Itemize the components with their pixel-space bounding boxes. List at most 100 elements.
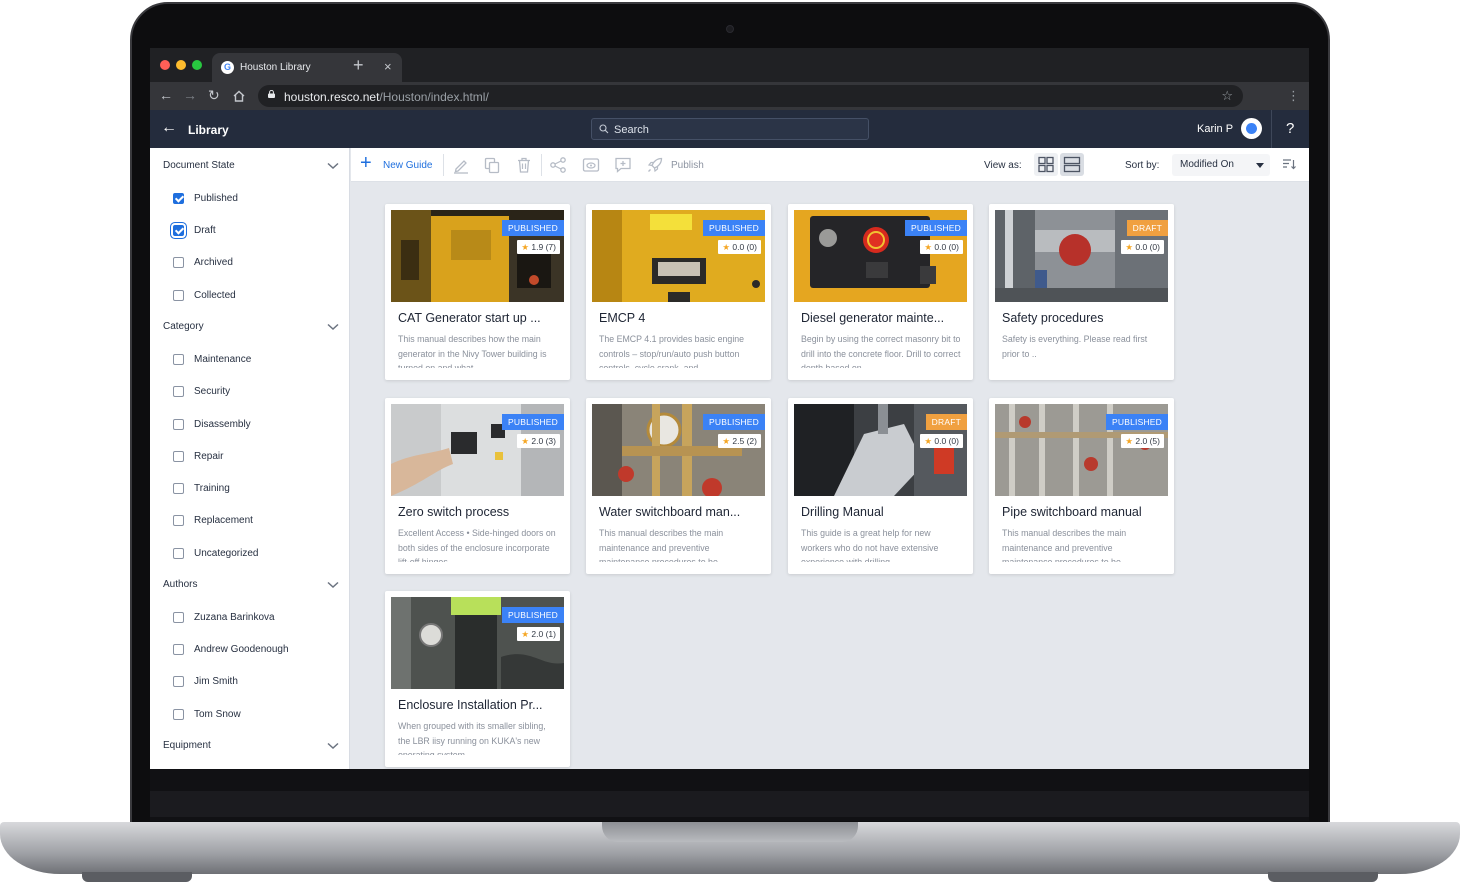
checkbox[interactable] xyxy=(173,451,184,462)
back-arrow-icon[interactable]: ← xyxy=(159,87,173,103)
bookmark-star-icon[interactable]: ☆ xyxy=(1221,88,1233,104)
guide-card[interactable]: PUBLISHED ★ 2.0 (1) Enclosure Installati… xyxy=(385,591,570,767)
rating-value: 2.0 (5) xyxy=(1135,436,1160,446)
new-tab-icon[interactable]: + xyxy=(353,55,364,76)
comment-add-icon[interactable] xyxy=(614,156,632,174)
guide-card[interactable]: PUBLISHED ★ 1.9 (7) CAT Generator start … xyxy=(385,204,570,380)
browser-menu-icon[interactable]: ⋮ xyxy=(1287,88,1300,104)
guide-title[interactable]: Water switchboard man... xyxy=(599,505,761,519)
rating-badge: ★ 0.0 (0) xyxy=(1121,240,1164,254)
page-title[interactable]: Library xyxy=(188,123,229,137)
guide-card[interactable]: PUBLISHED ★ 0.0 (0) Diesel generator mai… xyxy=(788,204,973,380)
chevron-down-icon[interactable] xyxy=(327,323,339,331)
guide-title[interactable]: Zero switch process xyxy=(398,505,560,519)
document-state-title[interactable]: Document State xyxy=(163,160,235,171)
back-arrow-icon[interactable]: ← xyxy=(161,119,177,137)
rocket-icon[interactable] xyxy=(646,156,664,174)
category-title[interactable]: Category xyxy=(163,321,204,332)
browser-tab[interactable]: G Houston Library × xyxy=(212,53,402,82)
reload-icon[interactable]: ↻ xyxy=(208,87,220,104)
guide-title[interactable]: Safety procedures xyxy=(1002,311,1164,325)
guide-card[interactable]: PUBLISHED ★ 0.0 (0) EMCP 4 The EMCP 4.1 … xyxy=(586,204,771,380)
guide-title[interactable]: CAT Generator start up ... xyxy=(398,311,560,325)
star-icon: ★ xyxy=(521,629,530,639)
sort-by-label: Sort by: xyxy=(1125,160,1160,171)
equipment-title[interactable]: Equipment xyxy=(163,740,211,751)
guide-thumbnail: PUBLISHED ★ 2.0 (5) xyxy=(995,404,1168,496)
sort-select[interactable]: Modified On xyxy=(1172,154,1270,176)
checkbox[interactable] xyxy=(173,709,184,720)
maximize-window-icon[interactable] xyxy=(192,60,202,70)
filter-option-label: Zuzana Barinkova xyxy=(194,612,275,623)
forward-arrow-icon[interactable]: → xyxy=(183,87,197,103)
avatar[interactable] xyxy=(1241,118,1262,139)
rating-badge: ★ 1.9 (7) xyxy=(517,240,560,254)
tab-title: Houston Library xyxy=(240,62,311,73)
guide-thumbnail: PUBLISHED ★ 1.9 (7) xyxy=(391,210,564,302)
checkbox[interactable] xyxy=(173,676,184,687)
checkbox[interactable] xyxy=(173,515,184,526)
plus-icon[interactable]: + xyxy=(360,153,372,173)
filter-option-label: Disassembly xyxy=(194,419,251,430)
trash-icon[interactable] xyxy=(515,156,533,174)
filter-option-label: Repair xyxy=(194,451,224,462)
grid-view-button[interactable] xyxy=(1034,153,1058,176)
guide-title[interactable]: Drilling Manual xyxy=(801,505,963,519)
checkbox[interactable] xyxy=(173,225,184,236)
checkbox[interactable] xyxy=(173,193,184,204)
star-icon: ★ xyxy=(722,436,731,446)
checkbox[interactable] xyxy=(173,548,184,559)
url-path: /Houston/index.html/ xyxy=(379,90,489,104)
guide-title[interactable]: Enclosure Installation Pr... xyxy=(398,698,560,712)
help-icon[interactable]: ? xyxy=(1286,120,1294,137)
chevron-down-icon[interactable] xyxy=(327,581,339,589)
preview-icon[interactable] xyxy=(582,156,600,174)
checkbox[interactable] xyxy=(173,419,184,430)
guide-card[interactable]: DRAFT ★ 0.0 (0) Drilling Manual This gui… xyxy=(788,398,973,574)
chevron-down-icon[interactable] xyxy=(327,742,339,750)
edit-icon[interactable] xyxy=(452,156,470,174)
search-icon xyxy=(599,124,609,134)
checkbox[interactable] xyxy=(173,290,184,301)
chevron-down-icon[interactable] xyxy=(327,162,339,170)
user-name[interactable]: Karin P xyxy=(1197,123,1233,135)
laptop-notch xyxy=(602,822,858,842)
guide-card[interactable]: DRAFT ★ 0.0 (0) Safety procedures Safety… xyxy=(989,204,1174,380)
guide-thumbnail: DRAFT ★ 0.0 (0) xyxy=(995,210,1168,302)
share-icon[interactable] xyxy=(549,156,567,174)
close-window-icon[interactable] xyxy=(160,60,170,70)
screen: G Houston Library × + ← → ↻ houston.resc… xyxy=(150,48,1309,769)
checkbox[interactable] xyxy=(173,612,184,623)
list-view-button[interactable] xyxy=(1060,153,1084,176)
authors-title[interactable]: Authors xyxy=(163,579,197,590)
guide-card[interactable]: PUBLISHED ★ 2.0 (5) Pipe switchboard man… xyxy=(989,398,1174,574)
guide-thumbnail: PUBLISHED ★ 2.5 (2) xyxy=(592,404,765,496)
checkbox[interactable] xyxy=(173,644,184,655)
guide-title[interactable]: Pipe switchboard manual xyxy=(1002,505,1164,519)
filter-option-label: Maintenance xyxy=(194,354,252,365)
address-bar[interactable]: houston.resco.net/Houston/index.html/ ☆ xyxy=(258,85,1243,107)
home-icon[interactable] xyxy=(233,90,245,102)
sort-direction-icon[interactable] xyxy=(1282,157,1296,171)
checkbox[interactable] xyxy=(173,257,184,268)
guide-card[interactable]: PUBLISHED ★ 2.0 (3) Zero switch process … xyxy=(385,398,570,574)
rating-badge: ★ 2.0 (5) xyxy=(1121,434,1164,448)
status-badge: PUBLISHED xyxy=(1106,414,1168,430)
url-host: houston.resco.net xyxy=(284,90,380,104)
star-icon: ★ xyxy=(924,436,933,446)
publish-button[interactable]: Publish xyxy=(671,160,704,171)
new-guide-button[interactable]: New Guide xyxy=(383,160,432,171)
minimize-window-icon[interactable] xyxy=(176,60,186,70)
status-badge: DRAFT xyxy=(925,414,967,430)
filter-sidebar: Document State Published Draft Archived … xyxy=(150,148,350,769)
checkbox[interactable] xyxy=(173,483,184,494)
guide-title[interactable]: EMCP 4 xyxy=(599,311,761,325)
checkbox[interactable] xyxy=(173,386,184,397)
checkbox[interactable] xyxy=(173,354,184,365)
duplicate-icon[interactable] xyxy=(483,156,501,174)
search-input[interactable]: Search xyxy=(591,118,869,140)
guide-title[interactable]: Diesel generator mainte... xyxy=(801,311,963,325)
close-tab-icon[interactable]: × xyxy=(384,59,392,74)
guide-description: Excellent Access • Side-hinged doors on … xyxy=(398,528,556,562)
guide-card[interactable]: PUBLISHED ★ 2.5 (2) Water switchboard ma… xyxy=(586,398,771,574)
